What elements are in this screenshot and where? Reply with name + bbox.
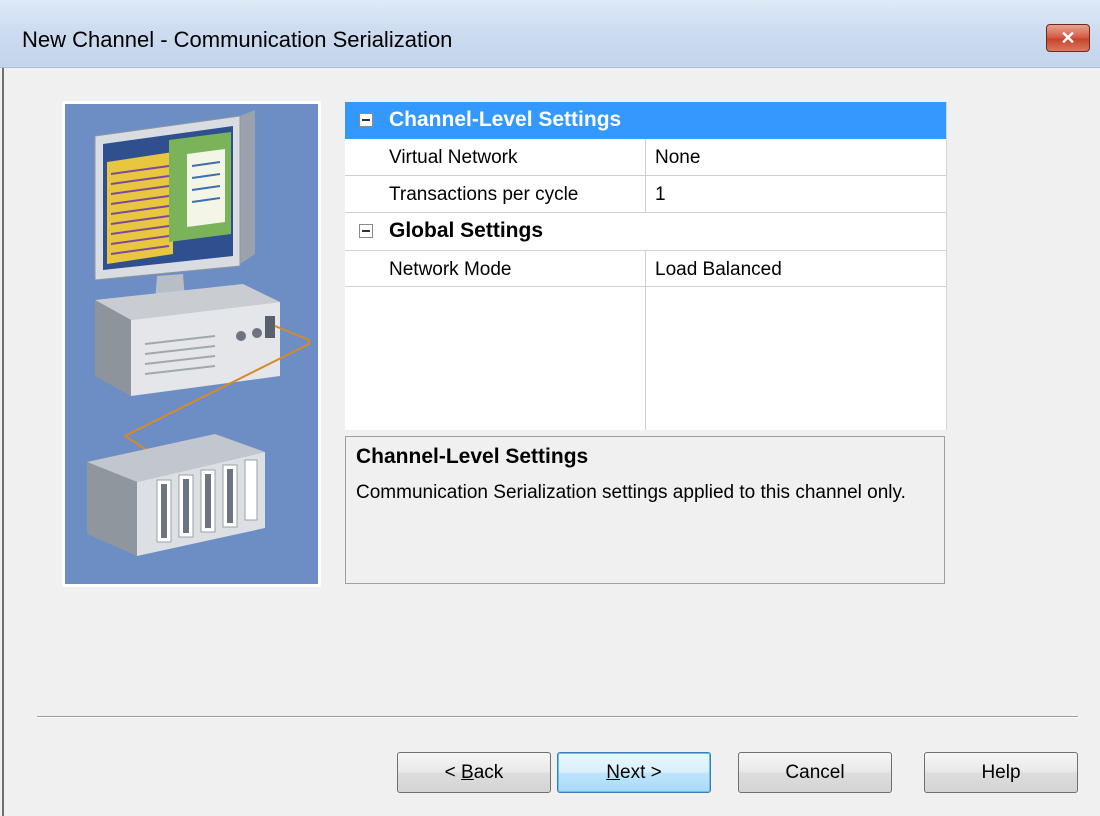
collapse-icon[interactable]: [359, 113, 373, 127]
property-row-virtual-network[interactable]: Virtual Network None: [345, 139, 946, 176]
next-button-rest: ext >: [620, 761, 662, 783]
next-button[interactable]: Next >: [557, 752, 711, 793]
collapse-icon[interactable]: [359, 224, 373, 238]
cancel-button-label: Cancel: [785, 761, 845, 783]
next-button-mnemonic: N: [606, 761, 620, 783]
computer-and-controller-icon: [87, 110, 310, 556]
back-button-prefix: <: [444, 761, 462, 783]
description-text: Communication Serialization settings app…: [356, 482, 906, 503]
property-value[interactable]: Load Balanced: [655, 259, 782, 281]
property-name: Virtual Network: [389, 147, 518, 168]
computer-port-a: [236, 331, 246, 341]
close-button[interactable]: ✕: [1046, 24, 1090, 52]
description-title: Channel-Level Settings: [356, 445, 589, 468]
category-channel-level-settings[interactable]: Channel-Level Settings: [345, 102, 946, 139]
property-value[interactable]: 1: [655, 184, 666, 206]
property-row-network-mode[interactable]: Network Mode Load Balanced: [345, 250, 946, 287]
description-panel: Channel-Level Settings Communication Ser…: [345, 436, 945, 584]
back-button-rest: ack: [473, 761, 504, 783]
window-title: New Channel - Communication Serializatio…: [22, 27, 453, 52]
wizard-illustration: [62, 101, 321, 587]
button-separator: [37, 716, 1078, 718]
title-bar[interactable]: New Channel - Communication Serializatio…: [0, 0, 1100, 68]
property-grid[interactable]: Channel-Level Settings Virtual Network N…: [345, 102, 947, 430]
new-channel-dialog: New Channel - Communication Serializatio…: [0, 0, 1100, 816]
property-name: Network Mode: [389, 259, 512, 280]
category-label: Channel-Level Settings: [389, 108, 622, 131]
help-button[interactable]: Help: [924, 752, 1078, 793]
computer-port-b: [252, 328, 262, 338]
category-label: Global Settings: [389, 219, 544, 242]
property-name: Transactions per cycle: [389, 184, 579, 205]
back-button-mnemonic: B: [461, 761, 474, 783]
property-value[interactable]: None: [655, 147, 700, 169]
help-button-label: Help: [981, 761, 1021, 783]
monitor-side: [240, 110, 255, 264]
property-row-transactions-per-cycle[interactable]: Transactions per cycle 1: [345, 176, 946, 213]
computer-slot: [265, 316, 275, 338]
cancel-button[interactable]: Cancel: [738, 752, 892, 793]
back-button[interactable]: < Back: [397, 752, 551, 793]
category-global-settings[interactable]: Global Settings: [345, 213, 946, 250]
illustration-background: [65, 104, 318, 584]
close-icon: ✕: [1060, 27, 1076, 48]
